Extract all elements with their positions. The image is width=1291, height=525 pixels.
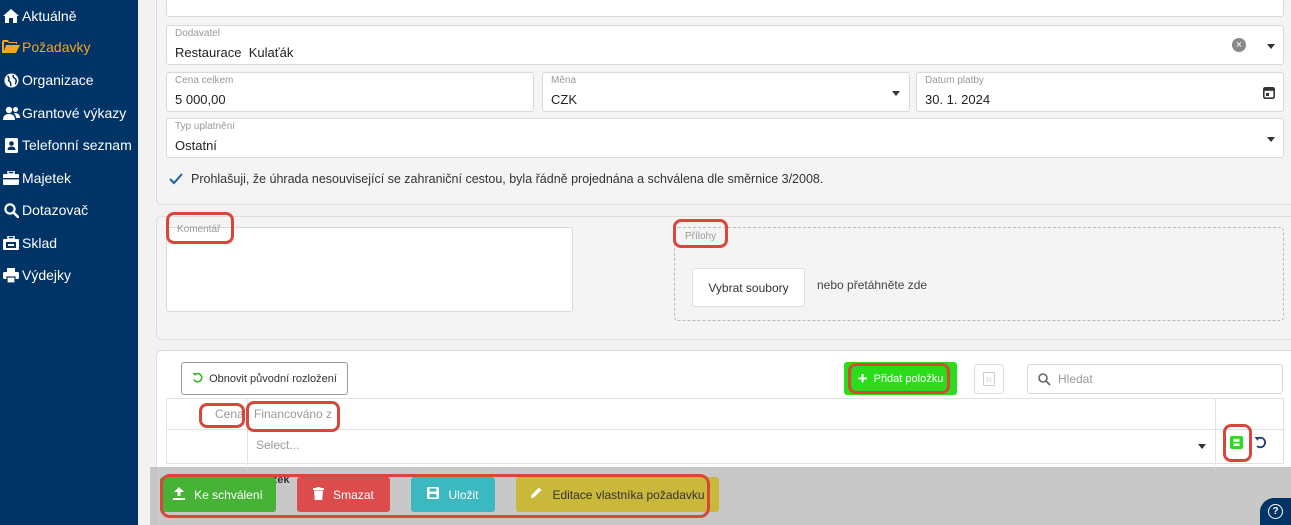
svg-text:XL: XL	[986, 377, 994, 384]
sidebar-item-label: Organizace	[22, 72, 94, 88]
supplier-field[interactable]: Dodavatel Restaurace Kulaťák ×	[166, 25, 1284, 65]
printer-icon	[0, 267, 22, 283]
sidebar: Aktuálně Požadavky Organizace Grantové v…	[0, 0, 138, 525]
sidebar-item-label: Majetek	[22, 170, 72, 186]
search-placeholder: Hledat	[1058, 372, 1093, 386]
highlight-attachments-label	[673, 219, 728, 248]
sidebar-item-organizace[interactable]: Organizace	[0, 69, 94, 91]
highlight-add-item	[848, 363, 950, 394]
claim-type-label: Typ uplatnění	[175, 121, 236, 132]
claim-type-value: Ostatní	[175, 138, 217, 153]
funding-select[interactable]: Select...	[248, 430, 1214, 462]
declaration-text: Prohlašuji, že úhrada nesouvisející se z…	[191, 172, 824, 186]
payment-date-label: Datum platby	[925, 75, 984, 86]
funding-select-placeholder: Select...	[256, 438, 300, 452]
reset-layout-button[interactable]: Obnovit původní rozložení	[181, 362, 348, 395]
supplier-label: Dodavatel	[175, 28, 221, 39]
total-price-field[interactable]: Cena celkem 5 000,00	[166, 72, 534, 112]
highlight-funded-header	[246, 401, 340, 432]
warehouse-icon	[0, 236, 22, 250]
row-undo-icon[interactable]	[1254, 435, 1267, 452]
search-icon	[1038, 373, 1051, 389]
sidebar-item-label: Výdejky	[22, 267, 72, 283]
search-input[interactable]: Hledat	[1027, 364, 1283, 394]
sidebar-item-sklad[interactable]: Sklad	[0, 232, 57, 254]
sidebar-item-label: Aktuálně	[22, 8, 77, 24]
claim-type-select[interactable]: Typ uplatnění Ostatní	[166, 118, 1284, 158]
top-field-partial[interactable]	[166, 0, 1284, 17]
select-files-button[interactable]: Vybrat soubory	[692, 268, 805, 307]
sidebar-item-label: Telefonní seznam	[22, 137, 132, 153]
sidebar-item-grantove-vykazy[interactable]: Grantové výkazy	[0, 102, 126, 124]
globe-icon	[0, 72, 22, 88]
undo-icon	[192, 372, 203, 386]
sidebar-item-telefonni-seznam[interactable]: Telefonní seznam	[0, 134, 132, 156]
chevron-down-icon[interactable]	[1267, 137, 1275, 142]
excel-export-icon[interactable]: XL	[974, 364, 1004, 394]
sidebar-item-label: Grantové výkazy	[22, 105, 127, 121]
currency-select[interactable]: Měna CZK	[542, 72, 910, 112]
sidebar-item-majetek[interactable]: Majetek	[0, 167, 71, 189]
contact-book-icon	[0, 137, 22, 153]
currency-value: CZK	[551, 92, 577, 107]
sidebar-item-aktualne[interactable]: Aktuálně	[0, 5, 76, 27]
payment-date-field[interactable]: Datum platby 30. 1. 2024	[916, 72, 1284, 112]
select-files-label: Vybrat soubory	[708, 280, 789, 295]
attachments-dropzone[interactable]: Přílohy Vybrat soubory nebo přetáhněte z…	[674, 227, 1284, 321]
calendar-icon[interactable]	[1263, 86, 1275, 102]
sidebar-item-pozadavky[interactable]: Požadavky	[0, 36, 90, 58]
chevron-down-icon[interactable]	[892, 91, 900, 96]
highlight-row-save	[1223, 424, 1252, 462]
supplier-value: Restaurace Kulaťák	[175, 45, 294, 60]
highlight-price-header	[199, 403, 245, 428]
sidebar-item-label: Dotazovač	[22, 202, 89, 218]
chevron-down-icon[interactable]	[1198, 444, 1206, 449]
sidebar-item-label: Sklad	[22, 235, 58, 251]
folder-open-icon	[0, 40, 22, 54]
payment-date-value: 30. 1. 2024	[925, 92, 991, 107]
toolbox-icon	[0, 171, 22, 185]
total-price-label: Cena celkem	[175, 75, 234, 86]
reset-layout-label: Obnovit původní rozložení	[209, 372, 337, 385]
drop-hint: nebo přetáhněte zde	[817, 278, 928, 292]
sidebar-item-dotazovac[interactable]: Dotazovač	[0, 199, 88, 221]
chevron-down-icon[interactable]	[1267, 44, 1275, 49]
sidebar-item-label: Požadavky	[22, 39, 91, 55]
declaration-checkbox[interactable]	[168, 171, 184, 187]
main-content: Dodavatel Restaurace Kulaťák × Cena celk…	[138, 0, 1291, 525]
help-icon[interactable]: ?	[1260, 498, 1291, 525]
clear-icon[interactable]: ×	[1232, 38, 1246, 52]
highlight-comment-label	[166, 212, 234, 244]
sidebar-item-vydejky[interactable]: Výdejky	[0, 264, 71, 286]
total-price-value: 5 000,00	[175, 92, 226, 107]
users-icon	[0, 106, 22, 120]
search-icon	[0, 202, 22, 218]
col-divider	[1215, 399, 1216, 465]
home-icon	[0, 9, 22, 23]
currency-label: Měna	[551, 75, 577, 86]
highlight-action-buttons	[160, 474, 710, 518]
